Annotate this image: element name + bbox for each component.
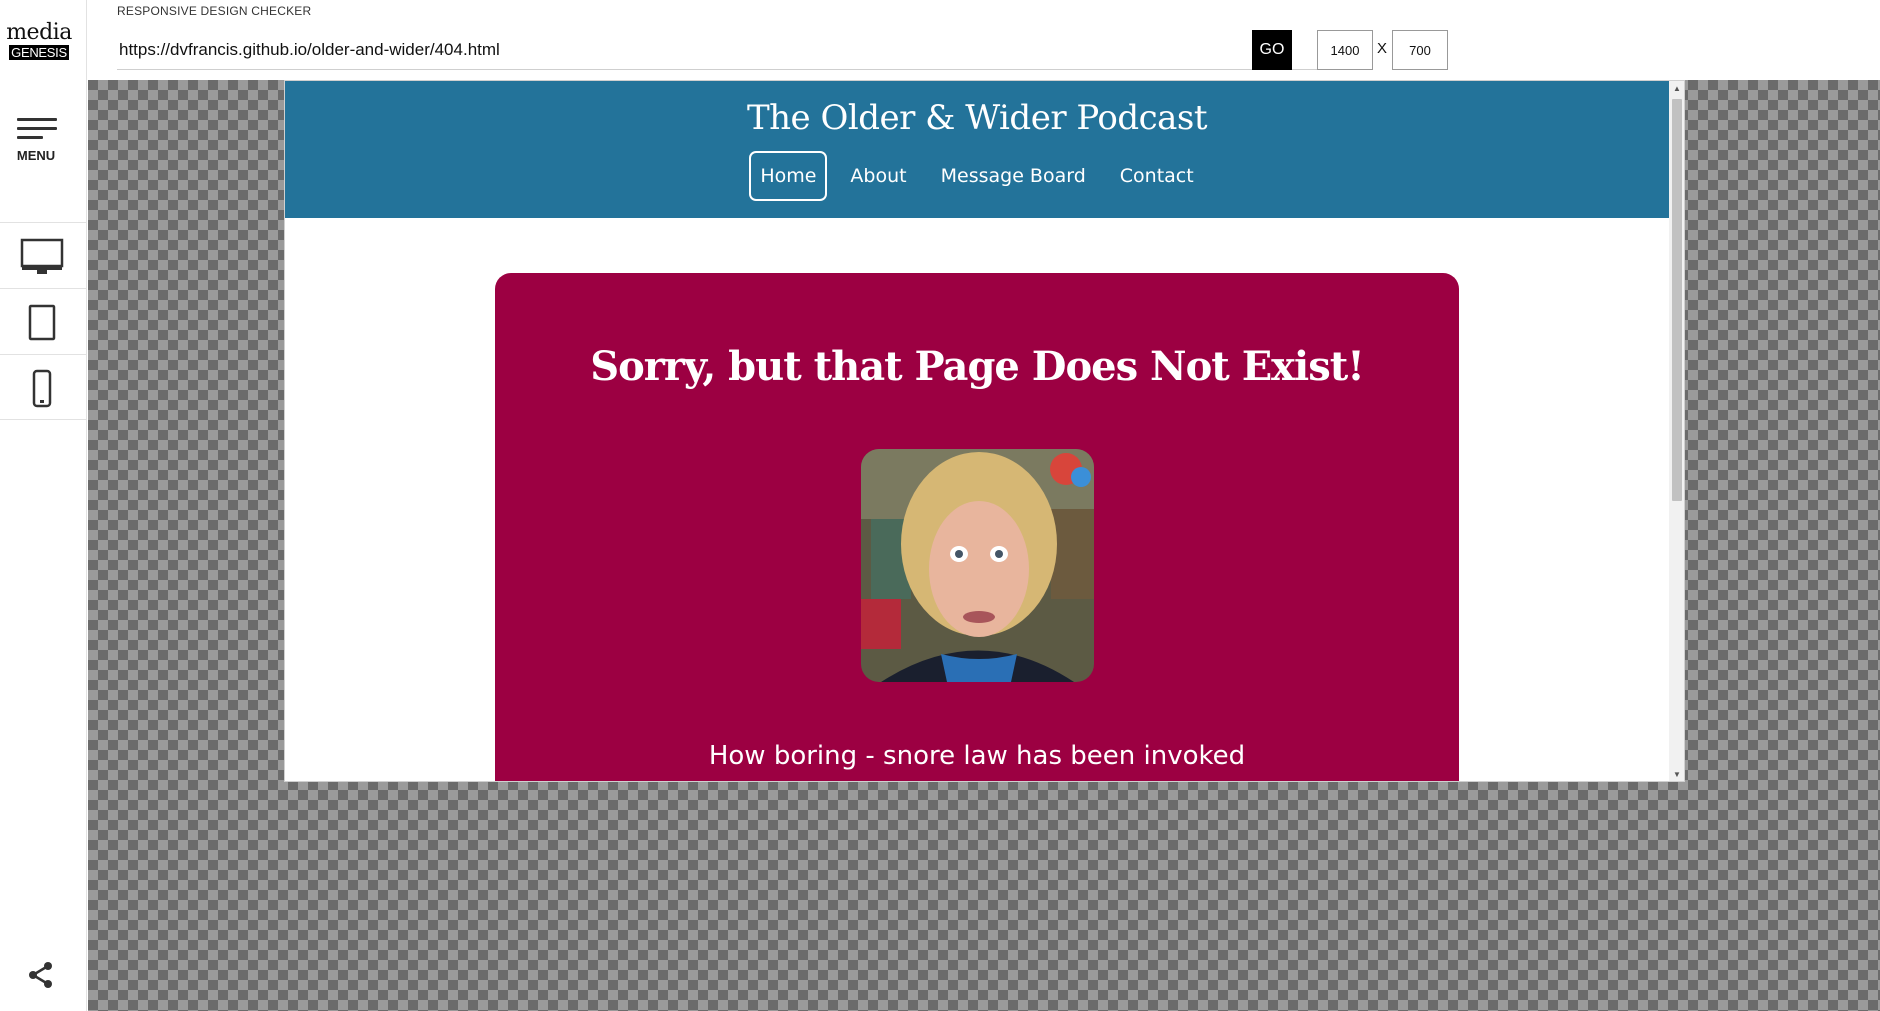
hamburger-icon-bar	[17, 127, 57, 130]
media-genesis-logo[interactable]: media GENESIS	[6, 22, 72, 62]
share-button[interactable]	[26, 960, 56, 995]
scroll-up-arrow-icon[interactable]: ▲	[1672, 84, 1682, 94]
error-card: Sorry, but that Page Does Not Exist! How…	[495, 273, 1459, 781]
menu-label: MENU	[16, 148, 56, 163]
nav-contact[interactable]: Contact	[1109, 151, 1205, 201]
tablet-icon	[28, 304, 56, 341]
app-title: RESPONSIVE DESIGN CHECKER	[117, 4, 312, 18]
desktop-view-button[interactable]	[0, 222, 87, 288]
phone-icon	[32, 369, 52, 408]
scroll-down-arrow-icon[interactable]: ▼	[1672, 770, 1682, 780]
preview-viewport[interactable]: The Older & Wider Podcast Home About Mes…	[284, 80, 1685, 782]
site-nav: Home About Message Board Contact	[285, 151, 1669, 201]
hamburger-icon	[17, 118, 57, 121]
scroll-thumb[interactable]	[1672, 99, 1682, 501]
share-icon	[29, 962, 52, 988]
toolbar: RESPONSIVE DESIGN CHECKER GO X	[87, 0, 1880, 80]
photo-illustration	[861, 449, 1094, 682]
error-caption: How boring - snore law has been invoked	[708, 741, 1246, 771]
height-input[interactable]	[1392, 30, 1448, 70]
tablet-view-button[interactable]	[0, 288, 87, 354]
dimension-separator: X	[1377, 40, 1388, 57]
logo-text-genesis: GENESIS	[9, 45, 69, 60]
error-heading: Sorry, but that Page Does Not Exist!	[590, 343, 1365, 390]
menu-button[interactable]: MENU	[10, 114, 62, 168]
width-input[interactable]	[1317, 30, 1373, 70]
surprised-woman-photo	[861, 449, 1094, 682]
hamburger-icon-bar	[17, 136, 43, 139]
logo-text-media: media	[6, 20, 72, 45]
viewport-scrollbar[interactable]: ▲ ▼	[1669, 81, 1684, 781]
nav-message-board[interactable]: Message Board	[930, 151, 1097, 201]
nav-home[interactable]: Home	[749, 151, 828, 201]
site-title: The Older & Wider Podcast	[746, 98, 1208, 138]
site-header: The Older & Wider Podcast Home About Mes…	[285, 81, 1669, 218]
url-input[interactable]	[117, 30, 1339, 70]
sidebar: media GENESIS MENU	[0, 0, 87, 1011]
go-button[interactable]: GO	[1252, 30, 1292, 70]
phone-view-button[interactable]	[0, 354, 87, 420]
nav-about[interactable]: About	[839, 151, 917, 201]
desktop-icon	[20, 238, 64, 274]
